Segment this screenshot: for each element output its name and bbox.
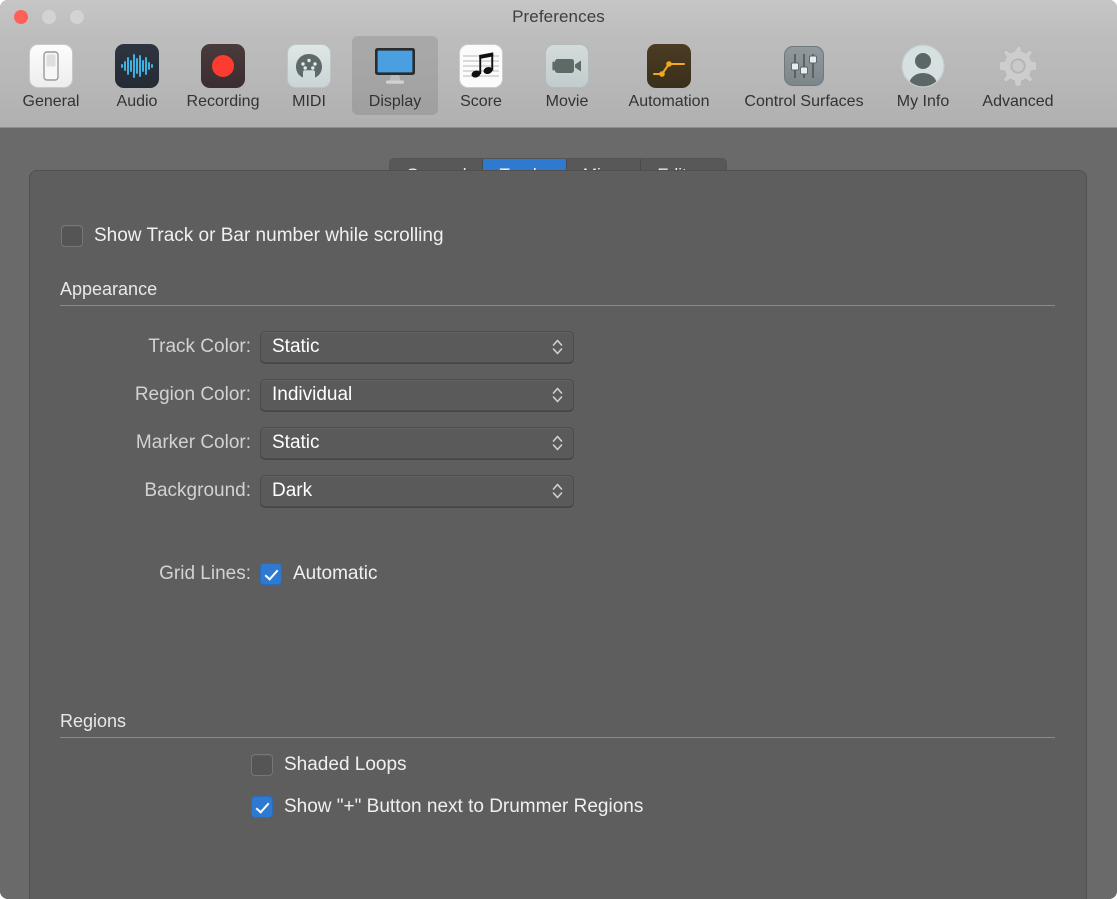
- regions-section-divider: [60, 737, 1055, 738]
- toolbar-item-score[interactable]: Score: [438, 36, 524, 115]
- automation-curve-icon: [645, 42, 693, 90]
- shaded-loops-label: Shaded Loops: [284, 754, 407, 775]
- toolbar-label: Recording: [186, 93, 260, 110]
- midi-connector-icon: [285, 42, 333, 90]
- record-circle-icon: [199, 42, 247, 90]
- chevron-updown-icon: [551, 432, 564, 454]
- background-popup[interactable]: Dark: [260, 475, 574, 507]
- toolbar-label: Control Surfaces: [744, 93, 864, 110]
- toolbar-item-audio[interactable]: Audio: [94, 36, 180, 115]
- toolbar-item-midi[interactable]: MIDI: [266, 36, 352, 115]
- track-color-popup[interactable]: Static: [260, 331, 574, 363]
- gear-icon: [994, 42, 1042, 90]
- preferences-content: General Tracks Mixer Editors Show Track …: [0, 128, 1117, 899]
- show-plus-button-drummer-regions-label: Show "+" Button next to Drummer Regions: [284, 796, 644, 817]
- toolbar-item-automation[interactable]: Automation: [610, 36, 728, 115]
- track-color-row: Track Color: Static: [30, 331, 574, 363]
- chevron-updown-icon: [551, 336, 564, 358]
- toolbar-label: MIDI: [292, 93, 326, 110]
- toolbar-item-my-info[interactable]: My Info: [880, 36, 966, 115]
- toolbar-label: Audio: [116, 93, 158, 110]
- toolbar-item-advanced[interactable]: Advanced: [966, 36, 1070, 115]
- faders-icon: [780, 42, 828, 90]
- toggle-switch-icon: [27, 42, 75, 90]
- toolbar-item-movie[interactable]: Movie: [524, 36, 610, 115]
- chevron-updown-icon: [551, 384, 564, 406]
- background-value: Dark: [272, 480, 313, 501]
- chevron-updown-icon: [551, 480, 564, 502]
- toolbar-label: Automation: [628, 93, 710, 110]
- user-avatar-icon: [899, 42, 947, 90]
- preferences-toolbar: General Audio Recording MIDI Display Sco…: [0, 34, 1117, 128]
- region-color-label: Region Color:: [134, 384, 251, 405]
- toolbar-item-recording[interactable]: Recording: [180, 36, 266, 115]
- video-camera-icon: [543, 42, 591, 90]
- window-title: Preferences: [512, 7, 605, 26]
- grid-lines-automatic-label: Automatic: [293, 563, 378, 584]
- region-color-row: Region Color: Individual: [30, 379, 574, 411]
- show-plus-button-drummer-regions-row[interactable]: Show "+" Button next to Drummer Regions: [251, 796, 643, 818]
- grid-lines-row: Grid Lines: Automatic: [30, 563, 377, 585]
- appearance-section-divider: [60, 305, 1055, 306]
- music-note-icon: [457, 42, 505, 90]
- tracks-settings-panel: Show Track or Bar number while scrolling…: [29, 170, 1087, 899]
- appearance-section-title: Appearance: [60, 279, 158, 299]
- shaded-loops-checkbox[interactable]: [251, 754, 273, 776]
- toolbar-label: Advanced: [982, 93, 1054, 110]
- marker-color-value: Static: [272, 432, 320, 453]
- toolbar-item-general[interactable]: General: [8, 36, 94, 115]
- region-color-value: Individual: [272, 384, 353, 405]
- marker-color-label: Marker Color:: [135, 432, 251, 453]
- toolbar-item-control-surfaces[interactable]: Control Surfaces: [728, 36, 880, 115]
- window-titlebar: Preferences: [0, 0, 1117, 34]
- background-row: Background: Dark: [30, 475, 574, 507]
- track-color-value: Static: [272, 336, 320, 357]
- toolbar-label: Score: [460, 93, 502, 110]
- toolbar-label: General: [22, 93, 80, 110]
- show-track-or-bar-number-checkbox[interactable]: [61, 225, 83, 247]
- display-monitor-icon: [371, 42, 419, 90]
- grid-lines-label: Grid Lines:: [159, 563, 251, 584]
- shaded-loops-row[interactable]: Shaded Loops: [251, 754, 407, 776]
- marker-color-popup[interactable]: Static: [260, 427, 574, 459]
- grid-lines-automatic-checkbox[interactable]: [260, 563, 282, 585]
- region-color-popup[interactable]: Individual: [260, 379, 574, 411]
- toolbar-item-display[interactable]: Display: [352, 36, 438, 115]
- regions-section-title: Regions: [60, 711, 127, 731]
- marker-color-row: Marker Color: Static: [30, 427, 574, 459]
- audio-waveform-icon: [113, 42, 161, 90]
- show-track-or-bar-number-label: Show Track or Bar number while scrolling: [94, 225, 444, 246]
- toolbar-label: Movie: [545, 93, 589, 110]
- show-track-or-bar-number-row[interactable]: Show Track or Bar number while scrolling: [61, 225, 444, 247]
- toolbar-label: My Info: [896, 93, 950, 110]
- show-plus-button-drummer-regions-checkbox[interactable]: [251, 796, 273, 818]
- toolbar-label: Display: [368, 93, 422, 110]
- preferences-window: Preferences General Audio Recording MIDI…: [0, 0, 1117, 899]
- track-color-label: Track Color:: [148, 336, 251, 357]
- background-label: Background:: [144, 480, 251, 501]
